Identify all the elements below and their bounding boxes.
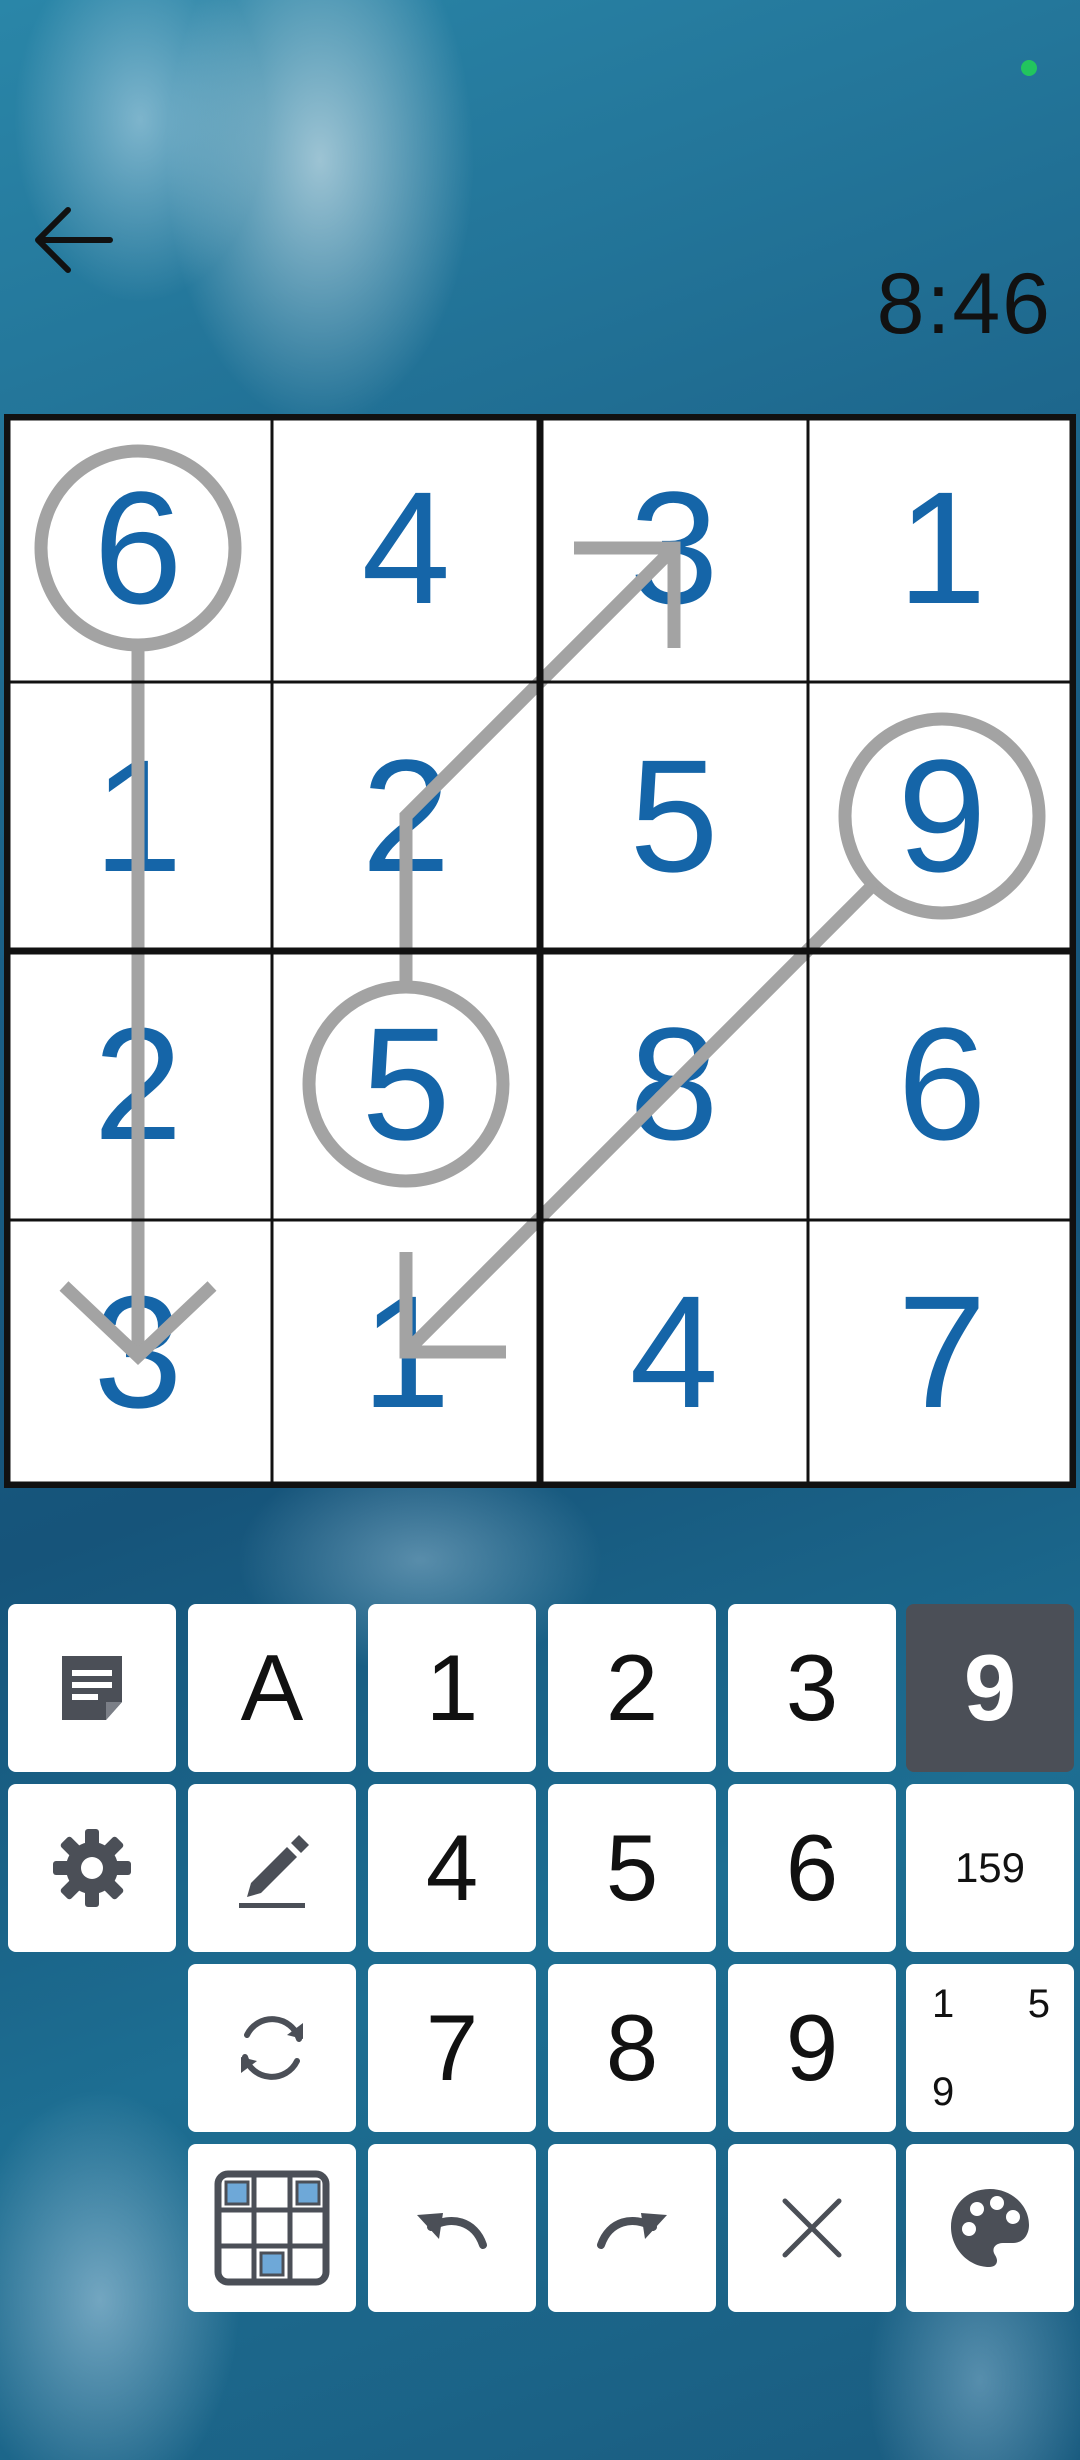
grid-button[interactable]: [188, 2144, 356, 2312]
cell-r1c4[interactable]: 1: [808, 414, 1076, 682]
color-palette-button[interactable]: [906, 2144, 1074, 2312]
center-candidates-button[interactable]: 159: [906, 1784, 1074, 1952]
grid-icon: [214, 2170, 330, 2286]
digit-key-5[interactable]: 5: [548, 1784, 716, 1952]
puzzle-board: 6 4 3 1 1 2 5 9 2 5 8 6 3 1 4 7: [4, 414, 1076, 1488]
arrow-left-icon: [35, 207, 113, 273]
digit-key-2[interactable]: 2: [548, 1604, 716, 1772]
cell-r1c1[interactable]: 6: [4, 414, 272, 682]
selected-digit-key[interactable]: 9: [906, 1604, 1074, 1772]
digit-key-1[interactable]: 1: [368, 1604, 536, 1772]
corner-candidates-button[interactable]: 1 5 9: [906, 1964, 1074, 2132]
cell-r4c1[interactable]: 3: [4, 1218, 272, 1486]
digit-key-4[interactable]: 4: [368, 1784, 536, 1952]
cell-r1c3[interactable]: 3: [540, 414, 808, 682]
cell-r3c1[interactable]: 2: [4, 950, 272, 1218]
digit-key-7[interactable]: 7: [368, 1964, 536, 2132]
timer: 8:46: [876, 256, 1052, 352]
clear-button[interactable]: [728, 2144, 896, 2312]
cell-r2c1[interactable]: 1: [4, 682, 272, 950]
undo-button[interactable]: [368, 2144, 536, 2312]
pencil-icon: [239, 1835, 309, 1908]
digit-key-3[interactable]: 3: [728, 1604, 896, 1772]
redo-button[interactable]: [548, 2144, 716, 2312]
digit-key-9[interactable]: 9: [728, 1964, 896, 2132]
redo-icon: [597, 2213, 667, 2249]
status-indicator: [1021, 60, 1037, 76]
cell-r4c3[interactable]: 4: [540, 1218, 808, 1486]
cell-r3c2[interactable]: 5: [272, 950, 540, 1218]
restart-button[interactable]: [188, 1964, 356, 2132]
cell-r2c3[interactable]: 5: [540, 682, 808, 950]
letter-mode-button[interactable]: A: [188, 1604, 356, 1772]
undo-icon: [417, 2213, 487, 2249]
digit-key-8[interactable]: 8: [548, 1964, 716, 2132]
refresh-icon: [241, 2016, 303, 2080]
cell-r1c2[interactable]: 4: [272, 414, 540, 682]
close-icon: [782, 2198, 842, 2258]
gear-icon: [53, 1829, 131, 1907]
digit-key-6[interactable]: 6: [728, 1784, 896, 1952]
settings-button[interactable]: [8, 1784, 176, 1952]
cell-r4c4[interactable]: 7: [808, 1218, 1076, 1486]
corner-mark-9: 9: [932, 2070, 955, 2114]
notes-button[interactable]: [8, 1604, 176, 1772]
palette-icon: [951, 2189, 1029, 2267]
back-button[interactable]: [30, 200, 120, 280]
cell-r3c3[interactable]: 8: [540, 950, 808, 1218]
corner-mark-5: 5: [1027, 1982, 1050, 2026]
cell-r2c4[interactable]: 9: [808, 682, 1076, 950]
pencil-button[interactable]: [188, 1784, 356, 1952]
cell-r3c4[interactable]: 6: [808, 950, 1076, 1218]
cell-r2c2[interactable]: 2: [272, 682, 540, 950]
note-icon: [62, 1656, 122, 1720]
corner-mark-1: 1: [932, 1982, 955, 2026]
cell-r4c2[interactable]: 1: [272, 1218, 540, 1486]
